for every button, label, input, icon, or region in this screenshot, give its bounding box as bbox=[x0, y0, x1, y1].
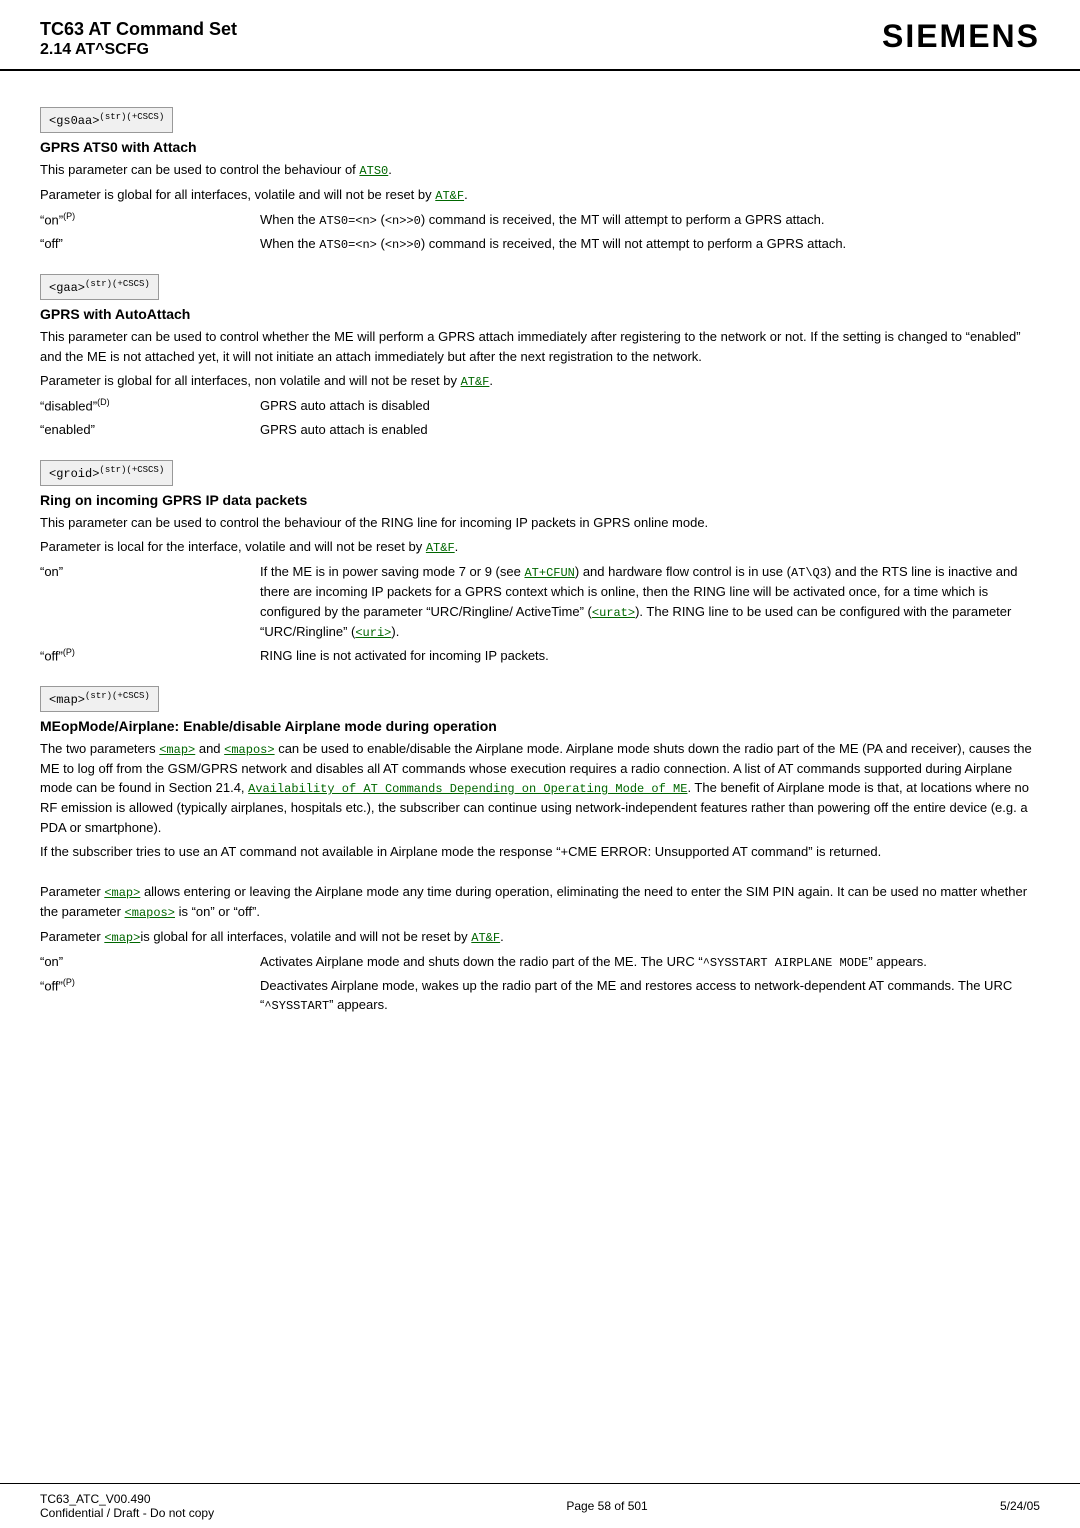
param-row-on-gs0aa: “on”(P) When the ATS0=<n> (<n>>0) comman… bbox=[40, 210, 1040, 230]
section-desc-gs0aa-0: This parameter can be used to control th… bbox=[40, 160, 1040, 180]
param-name-off-map: “off”(P) bbox=[40, 976, 260, 1016]
section-desc-gaa-1: Parameter is global for all interfaces, … bbox=[40, 371, 1040, 391]
param-desc-off-groid: RING line is not activated for incoming … bbox=[260, 646, 1040, 666]
section-desc-map-3: Parameter <map>is global for all interfa… bbox=[40, 927, 1040, 947]
siemens-logo: SIEMENS bbox=[882, 18, 1040, 55]
param-desc-enabled-gaa: GPRS auto attach is enabled bbox=[260, 420, 1040, 440]
param-row-on-map: “on” Activates Airplane mode and shuts d… bbox=[40, 952, 1040, 972]
section-title-groid: Ring on incoming GPRS IP data packets bbox=[40, 492, 1040, 508]
link-atcfun[interactable]: AT+CFUN bbox=[524, 566, 574, 580]
main-content: <gs0aa>(str)(+CSCS) GPRS ATS0 with Attac… bbox=[0, 81, 1080, 1483]
header-title-block: TC63 AT Command Set 2.14 AT^SCFG bbox=[40, 18, 237, 59]
section-box-map: <map>(str)(+CSCS) bbox=[40, 686, 159, 712]
section-desc-gs0aa-1: Parameter is global for all interfaces, … bbox=[40, 185, 1040, 205]
param-name-on-groid: “on” bbox=[40, 562, 260, 642]
section-title-gaa: GPRS with AutoAttach bbox=[40, 306, 1040, 322]
param-row-enabled-gaa: “enabled” GPRS auto attach is enabled bbox=[40, 420, 1040, 440]
section-gaa: <gaa>(str)(+CSCS) GPRS with AutoAttach T… bbox=[40, 258, 1040, 439]
doc-subtitle: 2.14 AT^SCFG bbox=[40, 41, 237, 59]
param-desc-on-groid: If the ME is in power saving mode 7 or 9… bbox=[260, 562, 1040, 642]
link-atf-map[interactable]: AT&F bbox=[471, 931, 500, 945]
param-row-on-groid: “on” If the ME is in power saving mode 7… bbox=[40, 562, 1040, 642]
link-map[interactable]: <map> bbox=[159, 743, 195, 757]
section-groid: <groid>(str)(+CSCS) Ring on incoming GPR… bbox=[40, 444, 1040, 666]
footer-date: 5/24/05 bbox=[1000, 1499, 1040, 1513]
param-desc-disabled-gaa: GPRS auto attach is disabled bbox=[260, 396, 1040, 416]
header-logo-block: SIEMENS bbox=[882, 18, 1040, 55]
section-map: <map>(str)(+CSCS) MEopMode/Airplane: Ena… bbox=[40, 670, 1040, 1016]
param-name-disabled-gaa: “disabled”(D) bbox=[40, 396, 260, 416]
link-ats0[interactable]: ATS0 bbox=[359, 164, 388, 178]
param-row-off-map: “off”(P) Deactivates Airplane mode, wake… bbox=[40, 976, 1040, 1016]
link-map3[interactable]: <map> bbox=[104, 931, 140, 945]
link-map2[interactable]: <map> bbox=[104, 886, 140, 900]
section-box-gaa: <gaa>(str)(+CSCS) bbox=[40, 274, 159, 300]
param-name-on-gs0aa: “on”(P) bbox=[40, 210, 260, 230]
section-box-gs0aa: <gs0aa>(str)(+CSCS) bbox=[40, 107, 173, 133]
footer-confidential: Confidential / Draft - Do not copy bbox=[40, 1506, 214, 1520]
param-desc-on-gs0aa: When the ATS0=<n> (<n>>0) command is rec… bbox=[260, 210, 1040, 230]
section-desc-groid-0: This parameter can be used to control th… bbox=[40, 513, 1040, 533]
section-gs0aa: <gs0aa>(str)(+CSCS) GPRS ATS0 with Attac… bbox=[40, 91, 1040, 254]
param-row-off-groid: “off”(P) RING line is not activated for … bbox=[40, 646, 1040, 666]
param-name-on-map: “on” bbox=[40, 952, 260, 972]
link-availability[interactable]: Availability of AT Commands Depending on… bbox=[248, 782, 687, 796]
section-desc-map-1: If the subscriber tries to use an AT com… bbox=[40, 842, 1040, 862]
section-box-groid: <groid>(str)(+CSCS) bbox=[40, 460, 173, 486]
link-urat[interactable]: <urat> bbox=[592, 606, 635, 620]
footer-left: TC63_ATC_V00.490 Confidential / Draft - … bbox=[40, 1492, 214, 1520]
param-row-disabled-gaa: “disabled”(D) GPRS auto attach is disabl… bbox=[40, 396, 1040, 416]
param-name-off-groid: “off”(P) bbox=[40, 646, 260, 666]
section-title-gs0aa: GPRS ATS0 with Attach bbox=[40, 139, 1040, 155]
link-atf-gs0aa[interactable]: AT&F bbox=[435, 189, 464, 203]
link-atf-groid[interactable]: AT&F bbox=[426, 541, 455, 555]
footer-page-number: Page 58 of 501 bbox=[566, 1499, 647, 1513]
link-atf-gaa[interactable]: AT&F bbox=[461, 375, 490, 389]
link-uri[interactable]: <uri> bbox=[355, 626, 391, 640]
param-desc-on-map: Activates Airplane mode and shuts down t… bbox=[260, 952, 1040, 972]
section-title-map: MEopMode/Airplane: Enable/disable Airpla… bbox=[40, 718, 1040, 734]
section-desc-map-2: Parameter <map> allows entering or leavi… bbox=[40, 882, 1040, 922]
section-desc-map-0: The two parameters <map> and <mapos> can… bbox=[40, 739, 1040, 838]
param-desc-off-gs0aa: When the ATS0=<n> (<n>>0) command is rec… bbox=[260, 234, 1040, 254]
footer-doc-id: TC63_ATC_V00.490 bbox=[40, 1492, 214, 1506]
section-desc-gaa-0: This parameter can be used to control wh… bbox=[40, 327, 1040, 366]
param-desc-off-map: Deactivates Airplane mode, wakes up the … bbox=[260, 976, 1040, 1016]
page-header: TC63 AT Command Set 2.14 AT^SCFG SIEMENS bbox=[0, 0, 1080, 71]
param-row-off-gs0aa: “off” When the ATS0=<n> (<n>>0) command … bbox=[40, 234, 1040, 254]
param-name-off-gs0aa: “off” bbox=[40, 234, 260, 254]
doc-title: TC63 AT Command Set bbox=[40, 18, 237, 41]
link-mapos[interactable]: <mapos> bbox=[224, 743, 274, 757]
page-footer: TC63_ATC_V00.490 Confidential / Draft - … bbox=[0, 1483, 1080, 1528]
section-desc-groid-1: Parameter is local for the interface, vo… bbox=[40, 537, 1040, 557]
link-mapos2[interactable]: <mapos> bbox=[125, 906, 175, 920]
param-name-enabled-gaa: “enabled” bbox=[40, 420, 260, 440]
